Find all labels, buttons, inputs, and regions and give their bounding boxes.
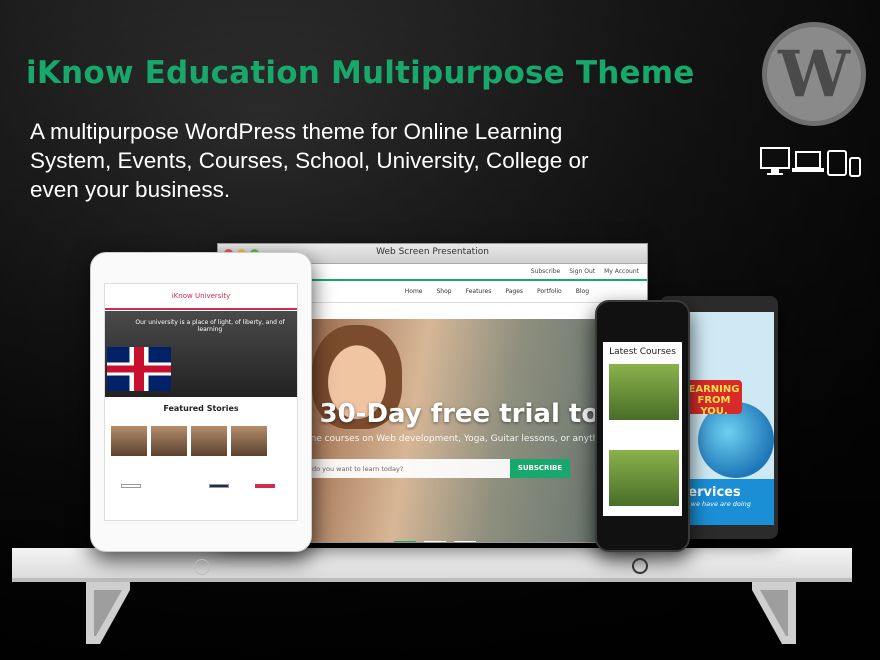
read-more-button[interactable] (255, 484, 275, 488)
shelf (12, 548, 852, 582)
home-button[interactable] (194, 559, 210, 575)
slider-dots[interactable] (394, 541, 476, 542)
story-grid (111, 426, 267, 456)
learning-badge: EARNING FROM YOU. (686, 380, 742, 417)
university-logo: iKnow University (105, 284, 297, 310)
course-card[interactable] (609, 450, 679, 506)
subscribe-button[interactable]: SUBSCRIBE (510, 459, 570, 478)
read-more-button[interactable] (121, 484, 141, 488)
smartphone: Latest Courses (595, 300, 690, 574)
campus-image: Our university is a place of light, of l… (105, 311, 297, 397)
sign-out-link[interactable]: Sign Out (569, 268, 595, 275)
shelf-bracket (752, 582, 796, 644)
subscribe-link[interactable]: Subscribe (531, 268, 560, 275)
uk-flag-image (107, 347, 171, 391)
tablet-left-screen: iKnow University Our university is a pla… (104, 283, 298, 521)
hero-text: ine courses on Web development, Yoga, Gu… (308, 434, 607, 444)
nav-item-portfolio[interactable]: Portfolio (537, 288, 562, 295)
course-card[interactable] (609, 364, 679, 420)
story-thumb[interactable] (111, 426, 147, 456)
wordpress-logo-icon: W (762, 22, 866, 126)
my-account-link[interactable]: My Account (604, 268, 639, 275)
read-more-button[interactable] (209, 484, 229, 488)
shelf-bracket (86, 582, 130, 644)
nav-item-features[interactable]: Features (466, 288, 492, 295)
subtitle-line: even your business. (30, 177, 231, 202)
story-thumb[interactable] (151, 426, 187, 456)
search-input[interactable]: do you want to learn today? (298, 459, 510, 478)
featured-stories-heading: Featured Stories (163, 404, 239, 413)
nav-item-shop[interactable]: Shop (436, 288, 451, 295)
home-button[interactable] (632, 558, 648, 574)
page-subtitle: A multipurpose WordPress theme for Onlin… (30, 117, 690, 204)
story-thumb[interactable] (191, 426, 227, 456)
latest-courses-heading: Latest Courses (609, 347, 676, 357)
subtitle-line: A multipurpose WordPress theme for Onlin… (30, 119, 563, 144)
tablet-left: iKnow University Our university is a pla… (90, 252, 312, 575)
story-thumb[interactable] (231, 426, 267, 456)
subtitle-line: System, Events, Courses, School, Univers… (30, 148, 589, 173)
nav-item-blog[interactable]: Blog (576, 288, 589, 295)
page-title: iKnow Education Multipurpose Theme (26, 55, 695, 91)
nav-item-pages[interactable]: Pages (505, 288, 523, 295)
responsive-devices-icon (760, 147, 861, 177)
phone-screen: Latest Courses (603, 342, 682, 516)
hero-line: Our university is a place of light, of l… (135, 319, 285, 333)
nav-item-home[interactable]: Home (405, 288, 423, 295)
